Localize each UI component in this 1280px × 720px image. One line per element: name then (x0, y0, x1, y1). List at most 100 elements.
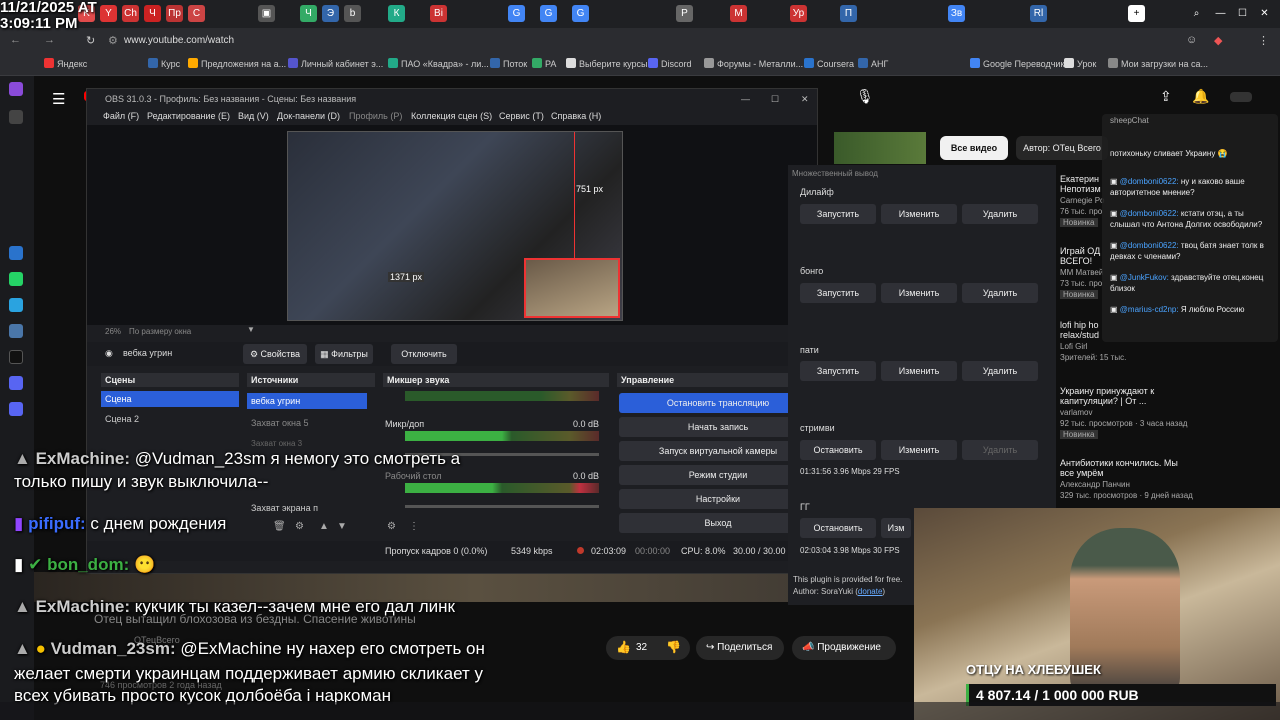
vk-icon[interactable] (9, 324, 23, 338)
gear-icon[interactable]: ⚙ (295, 521, 304, 532)
disable-button[interactable]: Отключить (391, 344, 457, 364)
tab-favicon-icon[interactable]: M (730, 5, 747, 22)
tab-favicon-icon[interactable]: Зв (948, 5, 965, 22)
bookmark-item[interactable]: Яндекс (44, 58, 87, 69)
filter-author[interactable]: Автор: ОТец Всего (1016, 136, 1108, 160)
menu-help[interactable]: Справка (H) (551, 111, 601, 121)
maximize-icon[interactable]: ☐ (1234, 5, 1251, 22)
discord-icon[interactable] (9, 376, 23, 390)
delete-output-button[interactable]: Удалить (962, 204, 1038, 224)
tab-favicon-icon[interactable]: Rl (1030, 5, 1047, 22)
move-up-icon[interactable]: ▲ (319, 521, 329, 532)
zoom-mode[interactable]: По размеру окна (129, 327, 191, 336)
edit-output-button[interactable]: Изменить (881, 204, 957, 224)
menu-scene-collection[interactable]: Коллекция сцен (S) (411, 111, 492, 121)
mic-icon[interactable]: 🎙 (856, 88, 874, 105)
tab-favicon-icon[interactable]: Ч (300, 5, 317, 22)
selected-source-bounds[interactable] (524, 258, 620, 318)
source-item[interactable]: Захват окна 5 (247, 415, 367, 431)
obs-preview[interactable]: 1371 px 751 px 26% По размеру окна ▼ (87, 125, 817, 336)
delete-output-button[interactable]: Удалить (962, 361, 1038, 381)
more-icon[interactable]: ⋮ (409, 521, 419, 532)
x-icon[interactable] (9, 350, 23, 364)
dislike-icon[interactable]: 👎 (666, 640, 681, 654)
menu-edit[interactable]: Редактирование (E) (147, 111, 230, 121)
preview-canvas[interactable]: 1371 px 751 px (287, 131, 623, 321)
source-item[interactable]: Захват экрана п (247, 501, 367, 515)
tab-favicon-icon[interactable]: ▣ (258, 5, 275, 22)
start-output-button[interactable]: Запустить (800, 361, 876, 381)
bookmark-item[interactable]: Мои загрузки на са... (1108, 58, 1208, 69)
tab-favicon-icon[interactable]: G (540, 5, 557, 22)
start-output-button[interactable]: Запустить (800, 204, 876, 224)
menu-docks[interactable]: Док-панели (D) (277, 111, 340, 121)
reload-icon[interactable]: ↻ (86, 34, 95, 47)
profile-icon[interactable]: ☺ (1186, 34, 1197, 46)
delete-output-button[interactable]: Удалить (962, 283, 1038, 303)
tab-favicon-icon[interactable]: Y (100, 5, 117, 22)
close-icon[interactable]: ✕ (801, 89, 809, 109)
sidebar-app-icon[interactable] (9, 82, 23, 96)
whatsapp-icon[interactable] (9, 272, 23, 286)
menu-tools[interactable]: Сервис (T) (499, 111, 544, 121)
tab-favicon-icon[interactable]: b (344, 5, 361, 22)
donate-link[interactable]: donate (858, 587, 882, 596)
bookmark-item[interactable]: PA (532, 58, 556, 69)
tab-favicon-icon[interactable]: Ур (790, 5, 807, 22)
chevron-down-icon[interactable]: ▼ (247, 325, 255, 334)
edit-output-button[interactable]: Изменить (881, 361, 957, 381)
properties-button[interactable]: ⚙ Свойства (243, 344, 307, 364)
bookmark-item[interactable]: Выберите курсы (566, 58, 648, 69)
tab-favicon-icon[interactable]: Э (322, 5, 339, 22)
move-down-icon[interactable]: ▼ (337, 521, 347, 532)
share-button[interactable]: ↪ Поделиться (696, 636, 784, 660)
site-info-icon[interactable]: ⚙ (108, 34, 118, 47)
delete-output-button[interactable]: Удалить (962, 440, 1038, 460)
tab-favicon-icon[interactable]: Пр (166, 5, 183, 22)
forward-icon[interactable]: → (44, 34, 55, 46)
recommended-video[interactable]: Украину принуждают к капитуляции? | От ..… (1060, 386, 1210, 439)
bookmark-item[interactable]: Coursera (804, 58, 854, 69)
bookmark-item[interactable]: ПАО «Квадра» - ли... (388, 58, 489, 69)
stop-output-button[interactable]: Остановить (800, 518, 876, 538)
bookmark-item[interactable]: Курс (148, 58, 180, 69)
sidebar-star-icon[interactable] (9, 110, 23, 124)
minimize-icon[interactable]: — (1212, 5, 1229, 22)
start-output-button[interactable]: Запустить (800, 283, 876, 303)
extension-icon[interactable]: ◆ (1214, 34, 1222, 47)
promote-button[interactable]: 📣 Продвижение (792, 636, 896, 660)
new-tab-button[interactable]: + (1128, 5, 1145, 22)
telegram-icon[interactable] (9, 298, 23, 312)
close-icon[interactable]: ✕ (1256, 5, 1273, 22)
bookmark-item[interactable]: Предложения на а... (188, 58, 286, 69)
menu-file[interactable]: Файл (F) (103, 111, 139, 121)
url-field[interactable]: www.youtube.com/watch (124, 35, 234, 46)
edit-output-button[interactable]: Изм (881, 518, 911, 538)
gear-icon[interactable]: ⚙ (387, 521, 396, 532)
bookmark-item[interactable]: Поток (490, 58, 527, 69)
sidebar-app-icon[interactable] (9, 402, 23, 416)
maximize-icon[interactable]: ☐ (771, 89, 779, 109)
tab-favicon-icon[interactable]: G (508, 5, 525, 22)
desktop-volume-slider[interactable] (405, 505, 599, 508)
menu-profile[interactable]: Профиль (P) (349, 111, 402, 121)
bookmark-item[interactable]: Урок (1064, 58, 1096, 69)
source-item[interactable]: вебка угрин (247, 393, 367, 409)
minimize-icon[interactable]: — (741, 89, 750, 109)
tab-favicon-icon[interactable]: G (572, 5, 589, 22)
recommended-video[interactable]: Антибиотики кончились. Мы все умрём Алекса… (1060, 458, 1210, 500)
bookmark-item[interactable]: Форумы - Металли... (704, 58, 803, 69)
tab-favicon-icon[interactable]: P (676, 5, 693, 22)
like-icon[interactable]: 👍 (616, 640, 631, 654)
bookmark-item[interactable]: Discord (648, 58, 692, 69)
notifications-icon[interactable]: 🔔 (1192, 88, 1209, 105)
tab-favicon-icon[interactable]: Bi (430, 5, 447, 22)
sidebar-app-icon[interactable] (9, 246, 23, 260)
bookmark-item[interactable]: Личный кабинет э... (288, 58, 383, 69)
filter-all-videos[interactable]: Все видео (940, 136, 1008, 160)
tab-favicon-icon[interactable]: C (188, 5, 205, 22)
tab-favicon-icon[interactable]: Ч (144, 5, 161, 22)
menu-icon[interactable]: ⋮ (1258, 34, 1269, 47)
avatar[interactable] (1230, 92, 1252, 102)
stop-output-button[interactable]: Остановить (800, 440, 876, 460)
